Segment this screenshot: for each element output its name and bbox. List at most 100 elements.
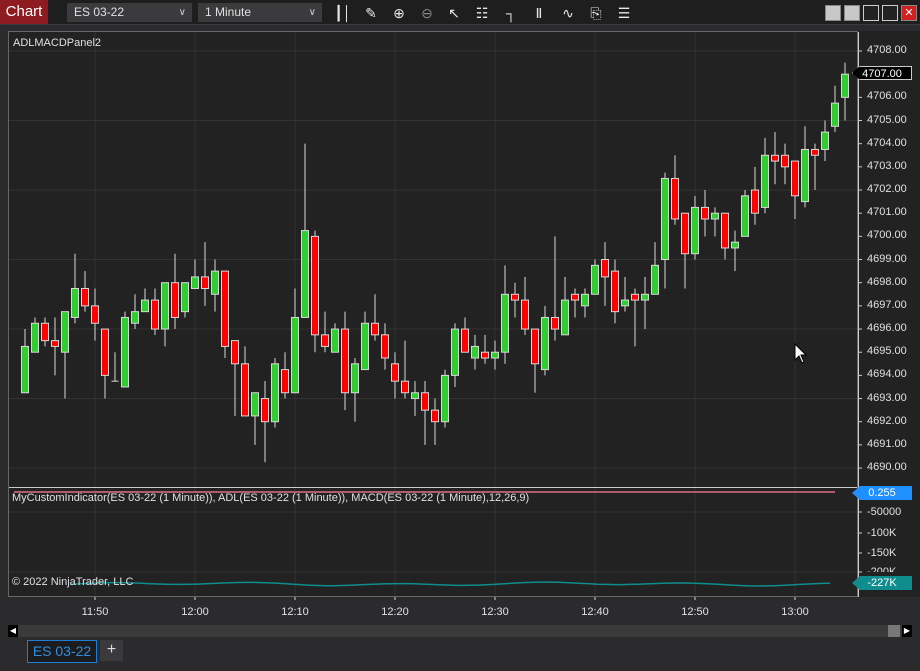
- candle-down: [781, 154, 789, 168]
- candle-up: [21, 345, 29, 394]
- price-tick-label: 4691.00: [867, 437, 907, 450]
- candle-up: [411, 392, 419, 400]
- candle-up: [691, 206, 699, 255]
- candle-down: [371, 322, 379, 336]
- candle-down: [771, 154, 779, 162]
- candle-up: [291, 316, 299, 394]
- candle-up: [821, 131, 829, 150]
- horizontal-scrollbar[interactable]: ◀ ▶: [8, 625, 912, 637]
- price-tick-label: 4702.00: [867, 183, 907, 196]
- candle-up: [651, 264, 659, 295]
- candle-up: [591, 264, 599, 295]
- candle-up: [141, 299, 149, 313]
- price-tick-label: 4697.00: [867, 298, 907, 311]
- candle-up: [621, 299, 629, 307]
- candle-up: [801, 148, 809, 203]
- candle-up: [361, 322, 369, 371]
- candle-up: [441, 374, 449, 423]
- candle-up: [71, 287, 79, 318]
- candle-down: [171, 282, 179, 318]
- mouse-cursor-icon: [794, 343, 808, 364]
- candle-up: [831, 102, 839, 127]
- candle-up: [251, 392, 259, 417]
- adl-value-flag: -227K: [852, 576, 912, 590]
- candle-down: [511, 293, 519, 301]
- price-tick-label: 4701.00: [867, 206, 907, 219]
- candle-down: [341, 328, 349, 394]
- candle-up: [331, 328, 339, 353]
- candle-up: [561, 299, 569, 336]
- candle-up: [211, 270, 219, 295]
- price-tick-label: 4708.00: [867, 44, 907, 56]
- candle-down: [551, 316, 559, 330]
- time-tick-label: 12:10: [281, 606, 309, 618]
- indicator-title: MyCustomIndicator(ES 03-22 (1 Minute)), …: [12, 492, 530, 504]
- macd-value-flag: 0.255: [852, 486, 912, 500]
- candle-down: [791, 160, 799, 197]
- candle-up: [191, 276, 199, 289]
- candle-up: [731, 241, 739, 249]
- price-tick-label: 4692.00: [867, 414, 907, 427]
- price-tick-label: 4699.00: [867, 252, 907, 265]
- adl-line: [69, 581, 831, 587]
- time-tick-label: 13:00: [781, 606, 809, 618]
- candle-down: [721, 212, 729, 249]
- indicator-axis-label: -50000: [867, 506, 902, 518]
- scroll-right-arrow-icon[interactable]: ▶: [902, 625, 912, 637]
- candle-down: [811, 148, 819, 156]
- candle-down: [81, 287, 89, 307]
- candle-up: [761, 154, 769, 208]
- candle-up: [541, 316, 549, 371]
- time-tick-label: 12:40: [581, 606, 609, 618]
- price-tick-label: 4706.00: [867, 90, 907, 103]
- candle-down: [241, 363, 249, 417]
- candle-up: [641, 293, 649, 301]
- candle-down: [261, 398, 269, 423]
- time-tick-label: 12:30: [481, 606, 509, 618]
- time-tick-label: 12:00: [181, 606, 209, 618]
- candle-up: [711, 212, 719, 220]
- price-tick-label: 4700.00: [867, 229, 907, 242]
- candle-down: [321, 334, 329, 347]
- candle-down: [481, 351, 489, 359]
- price-tick-label: 4704.00: [867, 136, 907, 149]
- candle-down: [601, 259, 609, 278]
- candle-up: [491, 351, 499, 359]
- candle-down: [201, 276, 209, 289]
- candle-up: [501, 293, 509, 353]
- candle-up: [161, 282, 169, 330]
- candle-down: [631, 293, 639, 301]
- candle-down: [101, 328, 109, 376]
- time-tick-label: 12:50: [681, 606, 709, 618]
- add-tab-button[interactable]: +: [100, 640, 123, 661]
- candle-up: [301, 230, 309, 318]
- candle-up: [61, 311, 69, 353]
- price-tick-label: 4696.00: [867, 322, 907, 335]
- scrollbar-thumb[interactable]: [888, 625, 900, 637]
- scroll-left-arrow-icon[interactable]: ◀: [8, 625, 18, 637]
- candle-down: [611, 270, 619, 313]
- candle-down: [401, 380, 409, 394]
- copyright-text: © 2022 NinjaTrader, LLC: [12, 576, 134, 588]
- time-tick-label: 11:50: [81, 606, 109, 618]
- candle-up: [741, 195, 749, 237]
- panel-title: ADLMACDPanel2: [13, 37, 102, 49]
- tab-es-03-22[interactable]: ES 03-22: [27, 640, 97, 663]
- price-tick-label: 4690.00: [867, 461, 907, 474]
- candle-down: [571, 293, 579, 301]
- candle-up: [131, 311, 139, 324]
- price-tick-label: 4693.00: [867, 391, 907, 404]
- candle-down: [701, 206, 709, 220]
- candle-down: [381, 334, 389, 359]
- candle-down: [281, 369, 289, 394]
- candle-up: [661, 177, 669, 261]
- current-price-flag: 4707.00: [852, 66, 912, 80]
- candle-up: [451, 328, 459, 376]
- candle-down: [221, 270, 229, 347]
- candle-down: [681, 212, 689, 255]
- candle-up: [121, 316, 129, 388]
- candle-down: [521, 299, 529, 330]
- candle-up: [841, 73, 849, 98]
- candle-down: [231, 340, 239, 365]
- candle-down: [751, 189, 759, 214]
